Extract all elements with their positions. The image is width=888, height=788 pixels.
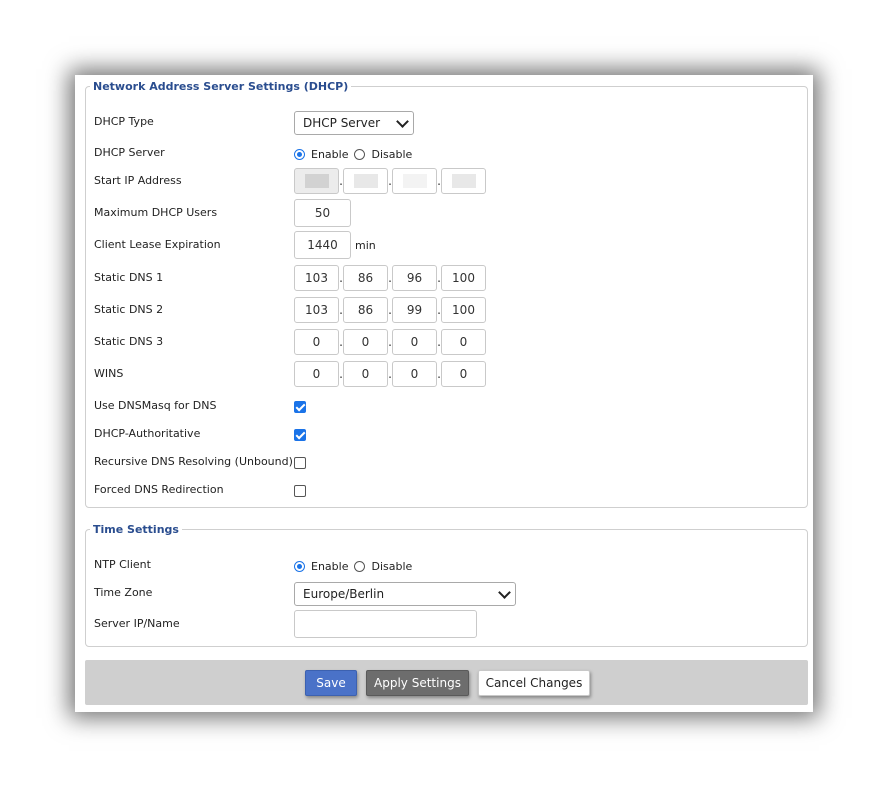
ntp-enable-label: Enable <box>311 559 349 573</box>
lease-label: Client Lease Expiration <box>94 238 221 251</box>
dns3-octet-1[interactable]: 0 <box>294 329 339 355</box>
time-zone-row: Time Zone Europe/Berlin <box>86 582 807 613</box>
save-button[interactable]: Save <box>305 670 357 696</box>
dns1-octet-1[interactable]: 103 <box>294 265 339 291</box>
time-settings-section: Time Settings NTP Client Enable Disable … <box>85 523 808 647</box>
dns2-label: Static DNS 2 <box>94 303 164 316</box>
lease-unit: min <box>355 238 376 252</box>
dns1-octet-2[interactable]: 86 <box>343 265 388 291</box>
dns3-label: Static DNS 3 <box>94 335 164 348</box>
masked-value <box>402 174 427 188</box>
chevron-down-icon <box>498 585 511 599</box>
dns1-octet-3[interactable]: 96 <box>392 265 437 291</box>
dhcp-section-legend: Network Address Server Settings (DHCP) <box>93 80 349 93</box>
max-users-row: Maximum DHCP Users 50 <box>86 199 807 233</box>
lease-row: Client Lease Expiration 1440 min <box>86 231 807 265</box>
dns2-octet-1[interactable]: 103 <box>294 297 339 323</box>
ntp-enable-radio[interactable] <box>294 560 305 572</box>
wins-octet-3[interactable]: 0 <box>392 361 437 387</box>
dns3-octet-4[interactable]: 0 <box>441 329 486 355</box>
dnsmasq-label: Use DNSMasq for DNS <box>94 399 217 412</box>
dnsmasq-row: Use DNSMasq for DNS <box>86 398 807 426</box>
masked-value <box>451 174 476 188</box>
start-ip-octet-1[interactable] <box>294 168 339 194</box>
dns1-row: Static DNS 1 103 . 86 . 96 . 100 <box>86 265 807 298</box>
lease-input[interactable]: 1440 <box>294 231 351 259</box>
ntp-disable-radio[interactable] <box>354 560 366 572</box>
dhcp-type-select[interactable]: DHCP Server <box>294 111 414 135</box>
masked-value <box>353 174 378 188</box>
dhcp-server-enable-radio[interactable] <box>294 148 305 160</box>
wins-octet-4[interactable]: 0 <box>441 361 486 387</box>
recursive-dns-checkbox[interactable] <box>294 457 306 469</box>
authoritative-row: DHCP-Authoritative <box>86 426 807 454</box>
start-ip-label: Start IP Address <box>94 174 182 187</box>
dns1-octet-4[interactable]: 100 <box>441 265 486 291</box>
dhcp-settings-section: Network Address Server Settings (DHCP) D… <box>85 80 808 508</box>
time-zone-select[interactable]: Europe/Berlin <box>294 582 516 606</box>
authoritative-checkbox[interactable] <box>294 429 306 441</box>
max-users-label: Maximum DHCP Users <box>94 206 218 219</box>
dhcp-server-enable-label: Enable <box>311 147 349 161</box>
wins-row: WINS 0 . 0 . 0 . 0 <box>86 361 807 394</box>
max-users-input[interactable]: 50 <box>294 199 351 227</box>
dns2-row: Static DNS 2 103 . 86 . 99 . 100 <box>86 297 807 330</box>
ntp-disable-label: Disable <box>371 559 413 573</box>
time-zone-label: Time Zone <box>94 586 153 599</box>
dhcp-type-row: DHCP Type DHCP Server <box>86 111 807 142</box>
start-ip-row: Start IP Address . . . <box>86 168 807 201</box>
forced-dns-checkbox[interactable] <box>294 485 306 497</box>
dns3-row: Static DNS 3 0 . 0 . 0 . 0 <box>86 329 807 362</box>
start-ip-octet-3[interactable] <box>392 168 437 194</box>
ntp-label: NTP Client <box>94 558 151 571</box>
wins-label: WINS <box>94 367 124 380</box>
dhcp-type-label: DHCP Type <box>94 115 154 128</box>
authoritative-label: DHCP-Authoritative <box>94 427 201 440</box>
start-ip-octet-2[interactable] <box>343 168 388 194</box>
chevron-down-icon <box>396 114 409 128</box>
cancel-changes-button[interactable]: Cancel Changes <box>478 670 590 696</box>
ntp-server-row: Server IP/Name <box>86 610 807 644</box>
dns3-octet-2[interactable]: 0 <box>343 329 388 355</box>
dns1-label: Static DNS 1 <box>94 271 164 284</box>
time-section-legend: Time Settings <box>93 523 179 536</box>
forced-dns-row: Forced DNS Redirection <box>86 482 807 510</box>
dhcp-type-value: DHCP Server <box>303 116 381 130</box>
dns2-octet-3[interactable]: 99 <box>392 297 437 323</box>
forced-dns-label: Forced DNS Redirection <box>94 483 224 496</box>
dns2-octet-4[interactable]: 100 <box>441 297 486 323</box>
recursive-dns-row: Recursive DNS Resolving (Unbound) <box>86 454 807 482</box>
dhcp-server-label: DHCP Server <box>94 146 165 159</box>
dns2-octet-2[interactable]: 86 <box>343 297 388 323</box>
dhcp-server-disable-label: Disable <box>371 147 413 161</box>
masked-value <box>304 174 329 188</box>
dnsmasq-checkbox[interactable] <box>294 401 306 413</box>
apply-settings-button[interactable]: Apply Settings <box>366 670 469 696</box>
ntp-server-input[interactable] <box>294 610 477 638</box>
settings-panel: Network Address Server Settings (DHCP) D… <box>75 75 813 712</box>
wins-octet-1[interactable]: 0 <box>294 361 339 387</box>
dhcp-server-disable-radio[interactable] <box>354 148 366 160</box>
dns3-octet-3[interactable]: 0 <box>392 329 437 355</box>
wins-octet-2[interactable]: 0 <box>343 361 388 387</box>
time-zone-value: Europe/Berlin <box>303 587 385 601</box>
ntp-server-label: Server IP/Name <box>94 617 180 630</box>
start-ip-octet-4[interactable] <box>441 168 486 194</box>
recursive-dns-label: Recursive DNS Resolving (Unbound) <box>94 455 293 468</box>
action-bar: Save Apply Settings Cancel Changes <box>85 660 808 705</box>
